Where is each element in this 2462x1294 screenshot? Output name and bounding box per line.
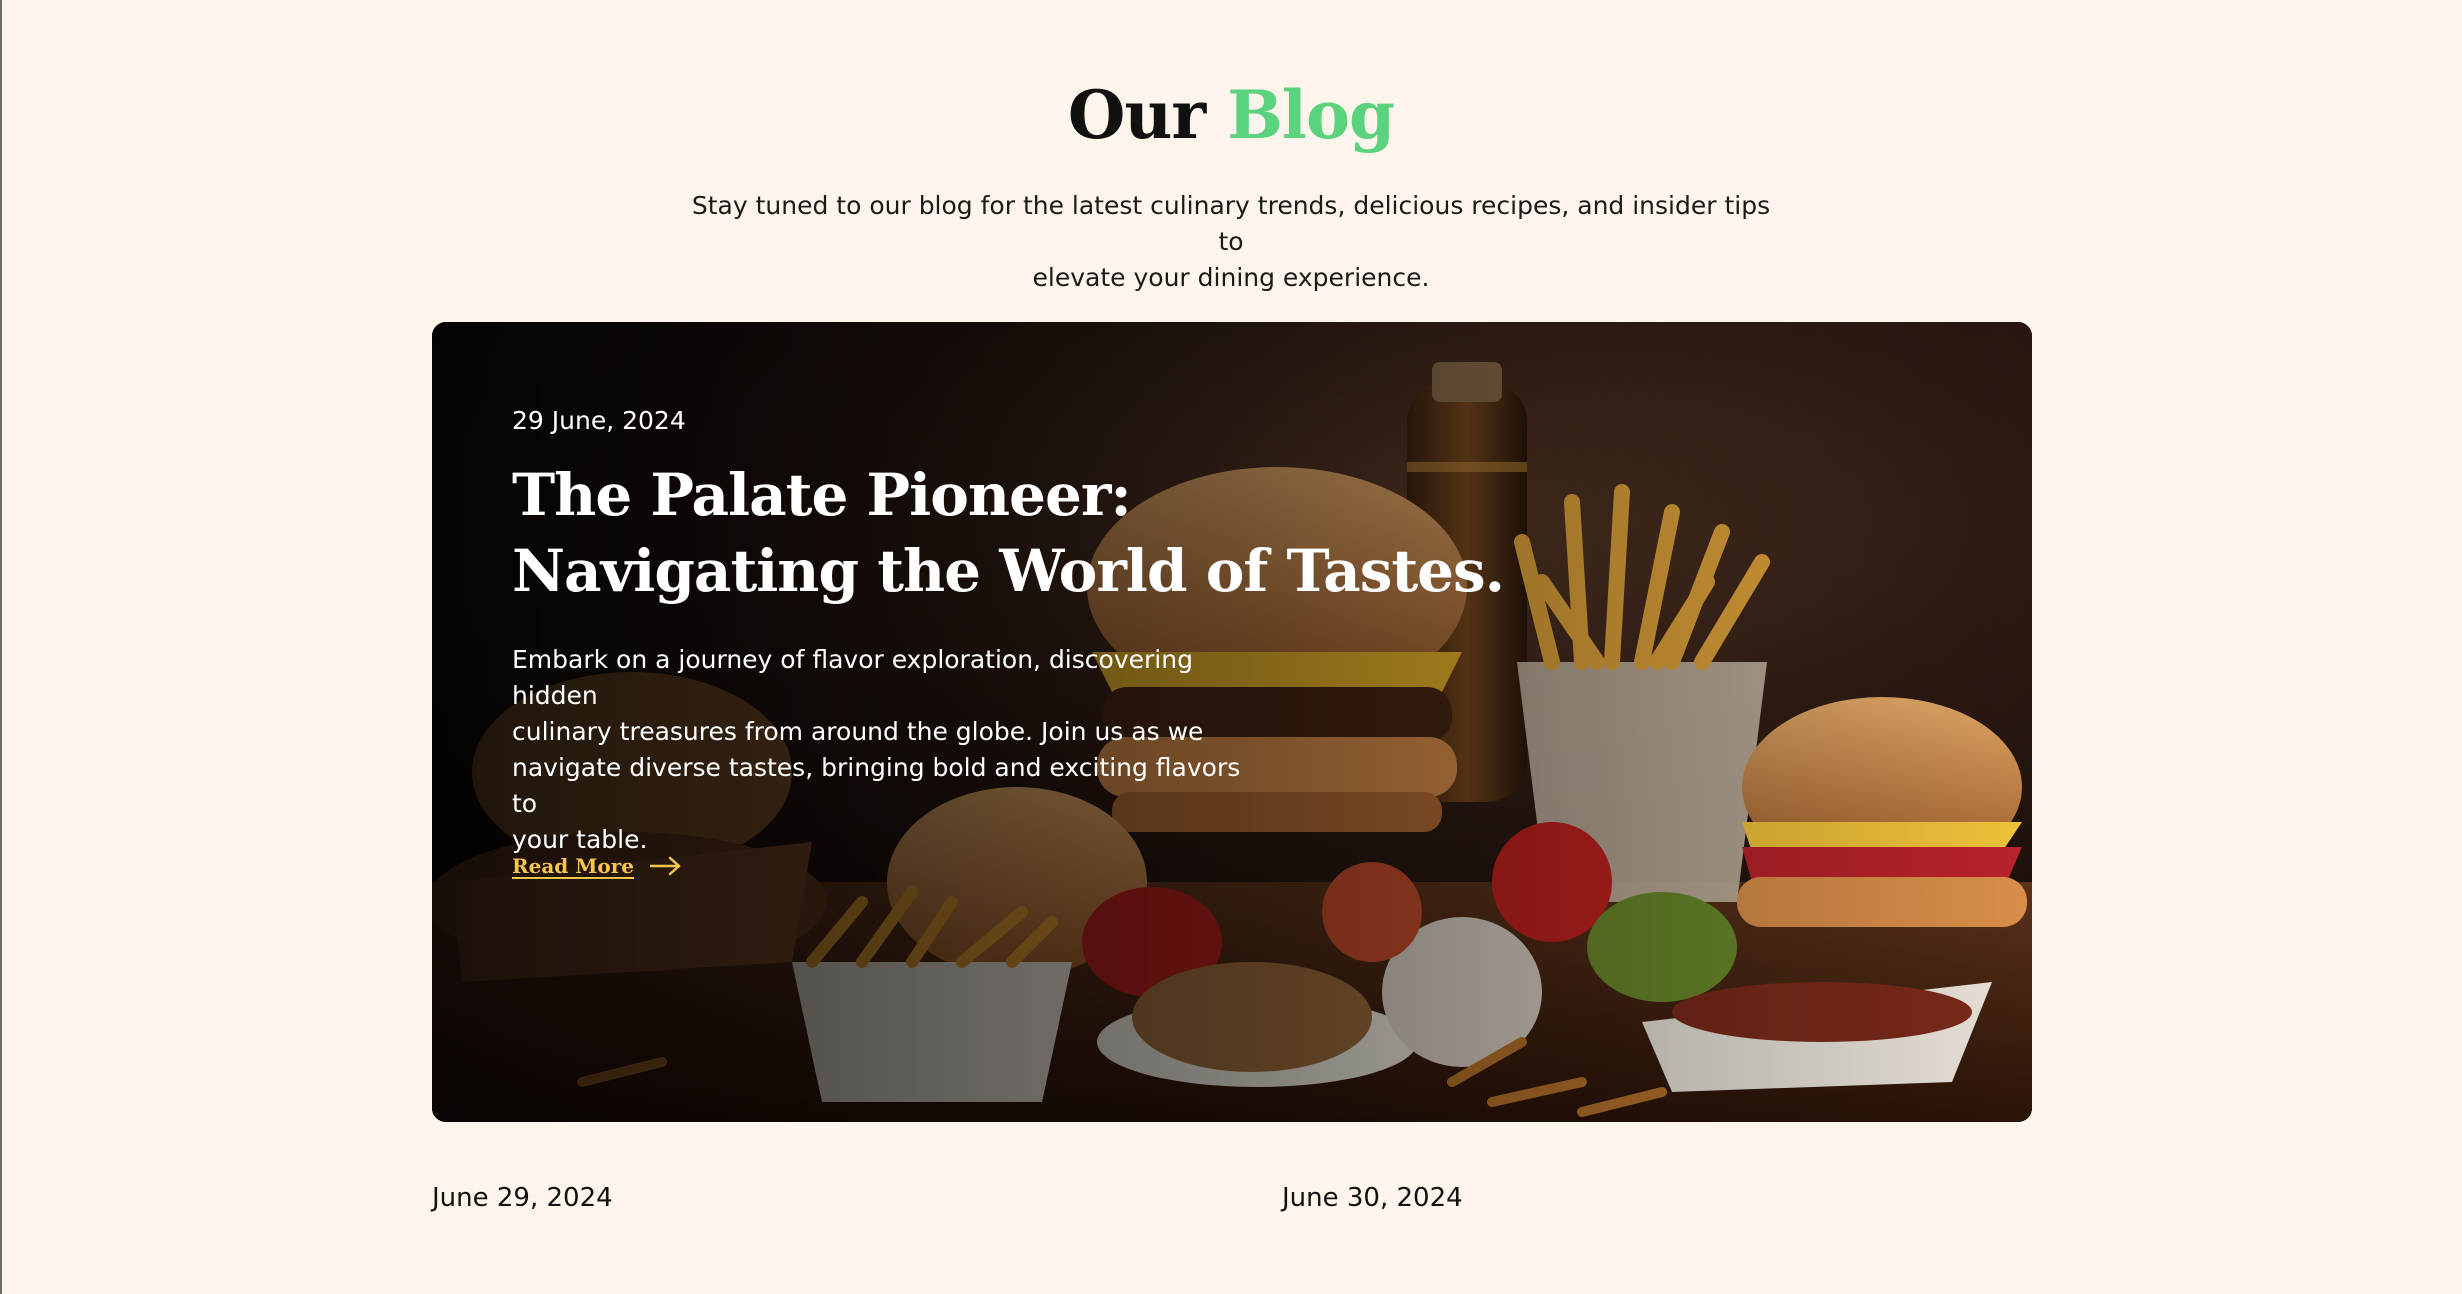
read-more-label: Read More: [512, 854, 634, 878]
section-title-main: Our: [1067, 76, 1206, 154]
section-title-accent: Blog: [1227, 76, 1395, 154]
arrow-right-icon: [650, 856, 681, 876]
section-subtitle: Stay tuned to our blog for the latest cu…: [680, 188, 1782, 296]
featured-post-title-line: Navigating the World of Tastes.: [512, 537, 1505, 605]
page-left-edge: [0, 0, 2, 1294]
post-date: June 30, 2024: [1282, 1183, 1463, 1213]
featured-post-date: 29 June, 2024: [512, 406, 686, 435]
featured-post-title[interactable]: The Palate Pioneer: Navigating the World…: [512, 457, 1512, 609]
section-subtitle-line: Stay tuned to our blog for the latest cu…: [691, 191, 1771, 256]
excerpt-line: Embark on a journey of flavor exploratio…: [512, 645, 1193, 710]
section-title: Our Blog: [0, 70, 2462, 160]
featured-post-card[interactable]: 29 June, 2024 The Palate Pioneer: Naviga…: [432, 322, 2032, 1122]
read-more-link[interactable]: Read More: [512, 854, 682, 878]
excerpt-line: your table.: [512, 825, 648, 854]
excerpt-line: navigate diverse tastes, bringing bold a…: [512, 753, 1241, 818]
section-subtitle-line: elevate your dining experience.: [1032, 263, 1430, 292]
excerpt-line: culinary treasures from around the globe…: [512, 717, 1204, 746]
featured-post-excerpt: Embark on a journey of flavor exploratio…: [512, 642, 1252, 858]
featured-post-title-line: The Palate Pioneer:: [512, 461, 1132, 529]
post-date: June 29, 2024: [432, 1183, 613, 1213]
